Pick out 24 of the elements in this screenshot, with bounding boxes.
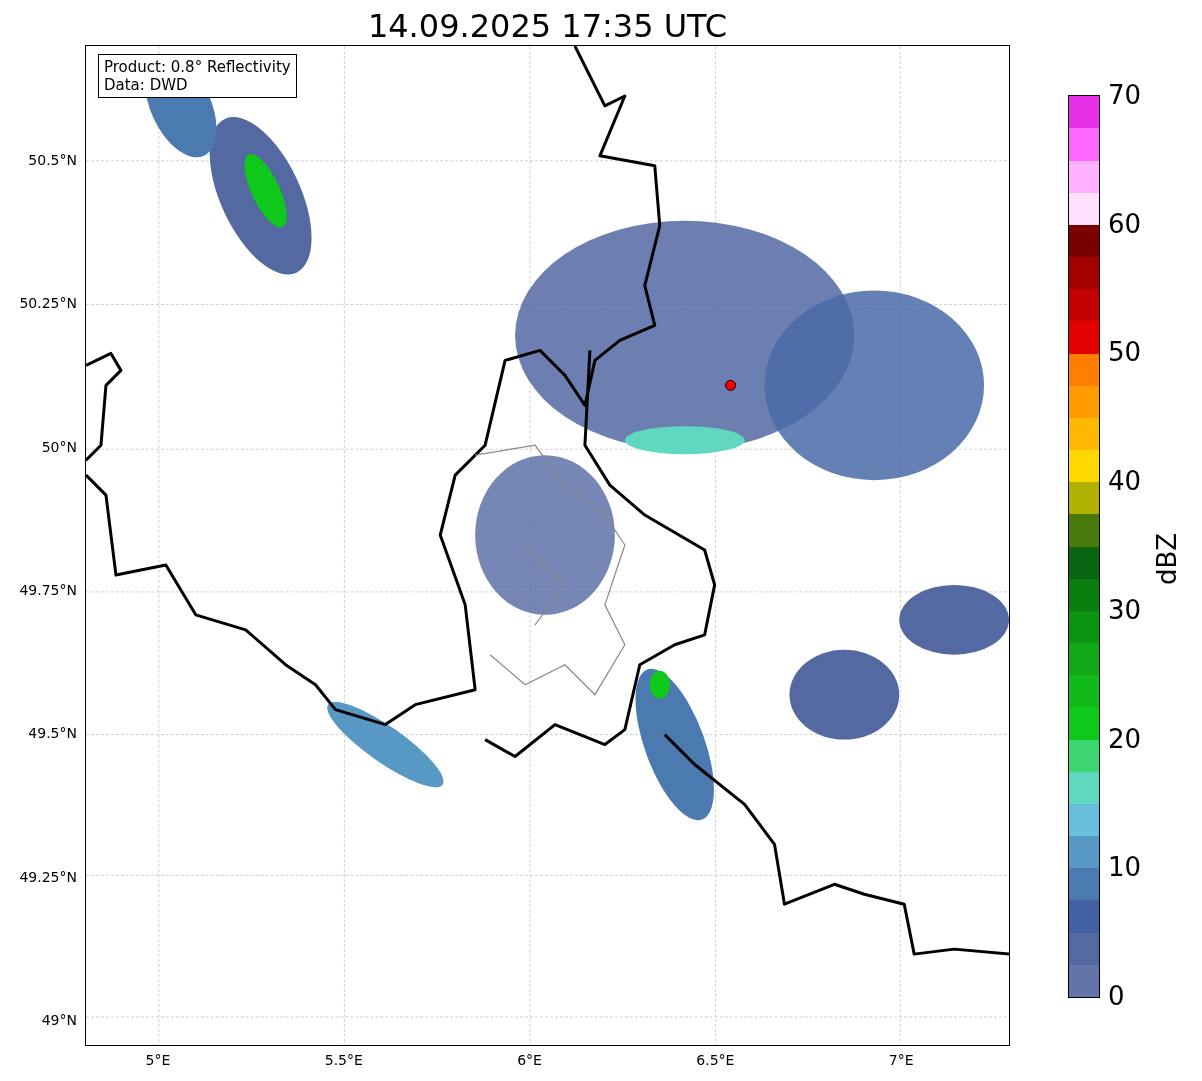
colorbar-label: dBZ [1152, 531, 1182, 585]
axis-tick-label: 49.75°N [19, 581, 77, 598]
colorbar-tick-label: 0 [1108, 981, 1125, 1011]
axis-tick-label: 7°E [888, 1052, 914, 1068]
colorbar-tick-label: 70 [1108, 80, 1142, 110]
colorbar-tick-label: 10 [1108, 852, 1142, 883]
colorbar-tick-label: 30 [1108, 594, 1142, 625]
legend-text: Data: DWD [104, 76, 189, 94]
axis-tick-label: 49°N [41, 1011, 77, 1028]
axis-tick-label: 5°E [145, 1052, 171, 1068]
axis-tick-label: 50.5°N [28, 152, 77, 168]
colorbar-tick-label: 20 [1108, 723, 1142, 754]
colorbar-tick-label: 50 [1108, 337, 1142, 368]
colorbar-tick-label: 40 [1108, 466, 1142, 497]
colorbar-tick-label: 60 [1108, 208, 1142, 239]
axis-tick-label: 6.5°E [696, 1052, 735, 1068]
axis-tick-label: 50.25°N [19, 295, 77, 312]
axis-tick-label: 5.5°E [324, 1052, 363, 1068]
axis-tick-label: 50°N [41, 438, 77, 455]
chart-title: 14.09.2025 17:35 UTC [366, 6, 729, 45]
axis-tick-label: 49.25°N [19, 868, 77, 885]
axis-tick-label: 49.5°N [28, 725, 77, 742]
axis-tick-label: 6°E [517, 1052, 542, 1068]
legend-text: Product: 0.8° Reflectivity [104, 58, 291, 76]
